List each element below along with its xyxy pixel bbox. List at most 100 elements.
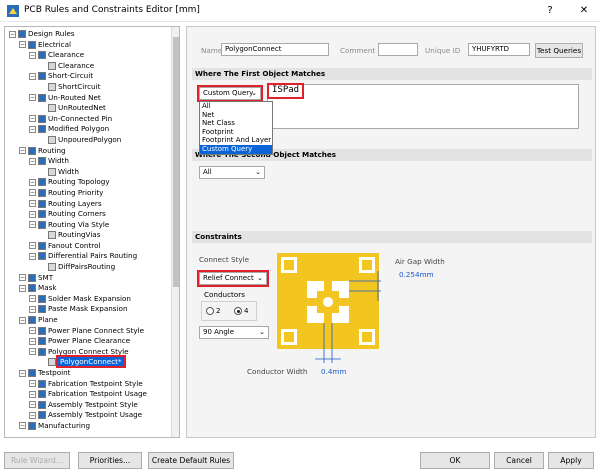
- expand-toggle-icon[interactable]: −: [29, 242, 36, 250]
- expand-toggle-icon[interactable]: −: [29, 178, 36, 186]
- tree-node[interactable]: − Fabrication Testpoint Style: [9, 379, 169, 390]
- close-button[interactable]: ✕: [574, 3, 594, 19]
- expand-toggle-icon[interactable]: −: [19, 316, 26, 324]
- tree-node[interactable]: UnRoutedNet: [9, 103, 169, 114]
- expand-toggle-icon[interactable]: −: [29, 401, 36, 409]
- tree-node[interactable]: − Fanout Control: [9, 241, 169, 252]
- tree-node[interactable]: − Routing: [9, 146, 169, 157]
- tree-node[interactable]: − Fabrication Testpoint Usage: [9, 389, 169, 400]
- comment-input[interactable]: [378, 43, 418, 56]
- rule-wizard-button[interactable]: Rule Wizard...: [4, 452, 70, 469]
- expand-toggle-icon[interactable]: −: [29, 390, 36, 398]
- tree-node[interactable]: − Routing Priority: [9, 188, 169, 199]
- expand-toggle-icon[interactable]: −: [29, 72, 36, 80]
- tree-node[interactable]: UnpouredPolygon: [9, 135, 169, 146]
- cancel-button[interactable]: Cancel: [494, 452, 544, 469]
- tree-node[interactable]: − Width: [9, 156, 169, 167]
- expand-toggle-icon[interactable]: −: [29, 305, 36, 313]
- expand-toggle-icon[interactable]: −: [29, 327, 36, 335]
- ok-button[interactable]: OK: [420, 452, 490, 469]
- expand-toggle-icon[interactable]: −: [29, 94, 36, 102]
- expand-toggle-icon[interactable]: −: [29, 380, 36, 388]
- tree-node[interactable]: − Modified Polygon: [9, 124, 169, 135]
- dropdown-option[interactable]: Footprint: [200, 128, 272, 137]
- tree-node[interactable]: − Assembly Testpoint Usage: [9, 410, 169, 421]
- tree-node[interactable]: − Un-Connected Pin: [9, 114, 169, 125]
- expand-toggle-icon[interactable]: −: [19, 369, 26, 377]
- tree-node[interactable]: − SMT: [9, 273, 169, 284]
- tree-node[interactable]: − Power Plane Clearance: [9, 336, 169, 347]
- query-editor[interactable]: [267, 84, 579, 129]
- tree-node[interactable]: − Clearance: [9, 50, 169, 61]
- tree-node[interactable]: − Routing Via Style: [9, 220, 169, 231]
- tree-node[interactable]: − Un-Routed Net: [9, 93, 169, 104]
- tree-node[interactable]: − Paste Mask Expansion: [9, 304, 169, 315]
- tree-node[interactable]: − Plane: [9, 315, 169, 326]
- expand-toggle-icon[interactable]: −: [29, 200, 36, 207]
- tree-node[interactable]: Clearance: [9, 61, 169, 72]
- expand-toggle-icon[interactable]: −: [19, 147, 26, 155]
- angle-select[interactable]: 90 Angle ⌄: [199, 326, 269, 339]
- expand-toggle-icon[interactable]: −: [29, 210, 36, 218]
- expand-toggle-icon[interactable]: −: [19, 284, 26, 292]
- expand-toggle-icon[interactable]: −: [19, 422, 26, 430]
- tree-node[interactable]: − Solder Mask Expansion: [9, 294, 169, 305]
- tree-node[interactable]: − Routing Layers: [9, 199, 169, 210]
- expand-toggle-icon[interactable]: −: [29, 337, 36, 345]
- apply-button[interactable]: Apply: [548, 452, 594, 469]
- tree-node[interactable]: − Differential Pairs Routing: [9, 251, 169, 262]
- tree-node[interactable]: − Routing Corners: [9, 209, 169, 220]
- expand-toggle-icon[interactable]: −: [29, 125, 36, 133]
- expand-toggle-icon[interactable]: −: [29, 411, 36, 419]
- expand-toggle-icon[interactable]: −: [29, 51, 36, 59]
- tree-node[interactable]: DiffPairsRouting: [9, 262, 169, 273]
- tree-node[interactable]: RoutingVias: [9, 230, 169, 241]
- expand-toggle-icon[interactable]: −: [29, 115, 36, 123]
- tree-node[interactable]: − Polygon Connect Style: [9, 347, 169, 358]
- expand-toggle-icon[interactable]: −: [19, 41, 26, 49]
- conductors-4-radio[interactable]: [234, 307, 242, 315]
- test-queries-button[interactable]: Test Queries: [535, 43, 583, 58]
- conductor-width-value[interactable]: 0.4mm: [321, 367, 346, 376]
- expand-toggle-icon[interactable]: −: [29, 295, 36, 303]
- air-gap-value[interactable]: 0.254mm: [399, 270, 434, 279]
- connect-style-select[interactable]: Relief Connect ⌄: [197, 270, 269, 287]
- tree-node[interactable]: − Manufacturing: [9, 421, 169, 432]
- tree-node[interactable]: − Mask: [9, 283, 169, 294]
- tree-scroll-thumb[interactable]: [173, 37, 179, 287]
- expand-toggle-icon[interactable]: −: [19, 274, 26, 282]
- rule-category-icon: [38, 337, 46, 346]
- tree-node[interactable]: − Short-Circuit: [9, 71, 169, 82]
- create-default-rules-button[interactable]: Create Default Rules: [148, 452, 234, 469]
- first-match-type-select[interactable]: Custom Query ⌄: [197, 85, 263, 102]
- tree-node[interactable]: − Testpoint: [9, 368, 169, 379]
- tree-node[interactable]: PolygonConnect*: [9, 355, 169, 369]
- tree-node[interactable]: − Power Plane Connect Style: [9, 326, 169, 337]
- dropdown-option[interactable]: All: [200, 102, 272, 111]
- tree-scrollbar[interactable]: [171, 27, 179, 437]
- name-input[interactable]: PolygonConnect: [221, 43, 329, 56]
- unique-id-input[interactable]: YHUFYRTD: [468, 43, 530, 56]
- dropdown-option[interactable]: Custom Query: [200, 144, 272, 154]
- tree-node[interactable]: Width: [9, 167, 169, 178]
- second-match-type-select[interactable]: All ⌄: [199, 166, 265, 179]
- tree-node[interactable]: − Routing Topology: [9, 177, 169, 188]
- expand-toggle-icon[interactable]: −: [9, 30, 16, 38]
- tree-node[interactable]: − Assembly Testpoint Style: [9, 400, 169, 411]
- expand-toggle-icon[interactable]: −: [29, 189, 36, 197]
- priorities-button[interactable]: Priorities...: [78, 452, 142, 469]
- rule-icon: [48, 263, 56, 272]
- dropdown-option[interactable]: Net: [200, 111, 272, 120]
- query-text[interactable]: ISPad: [266, 83, 305, 99]
- expand-toggle-icon[interactable]: −: [29, 221, 36, 229]
- dropdown-option[interactable]: Footprint And Layer: [200, 136, 272, 145]
- tree-node[interactable]: − Electrical: [9, 40, 169, 51]
- tree-node[interactable]: ShortCircuit: [9, 82, 169, 93]
- expand-toggle-icon[interactable]: −: [29, 252, 36, 260]
- tree-node-design-rules[interactable]: − Design Rules: [9, 29, 169, 40]
- expand-toggle-icon[interactable]: −: [29, 157, 36, 165]
- conductors-2-radio[interactable]: [206, 307, 214, 315]
- expand-toggle-icon[interactable]: −: [29, 348, 36, 356]
- dropdown-option[interactable]: Net Class: [200, 119, 272, 128]
- help-button[interactable]: ?: [540, 3, 560, 19]
